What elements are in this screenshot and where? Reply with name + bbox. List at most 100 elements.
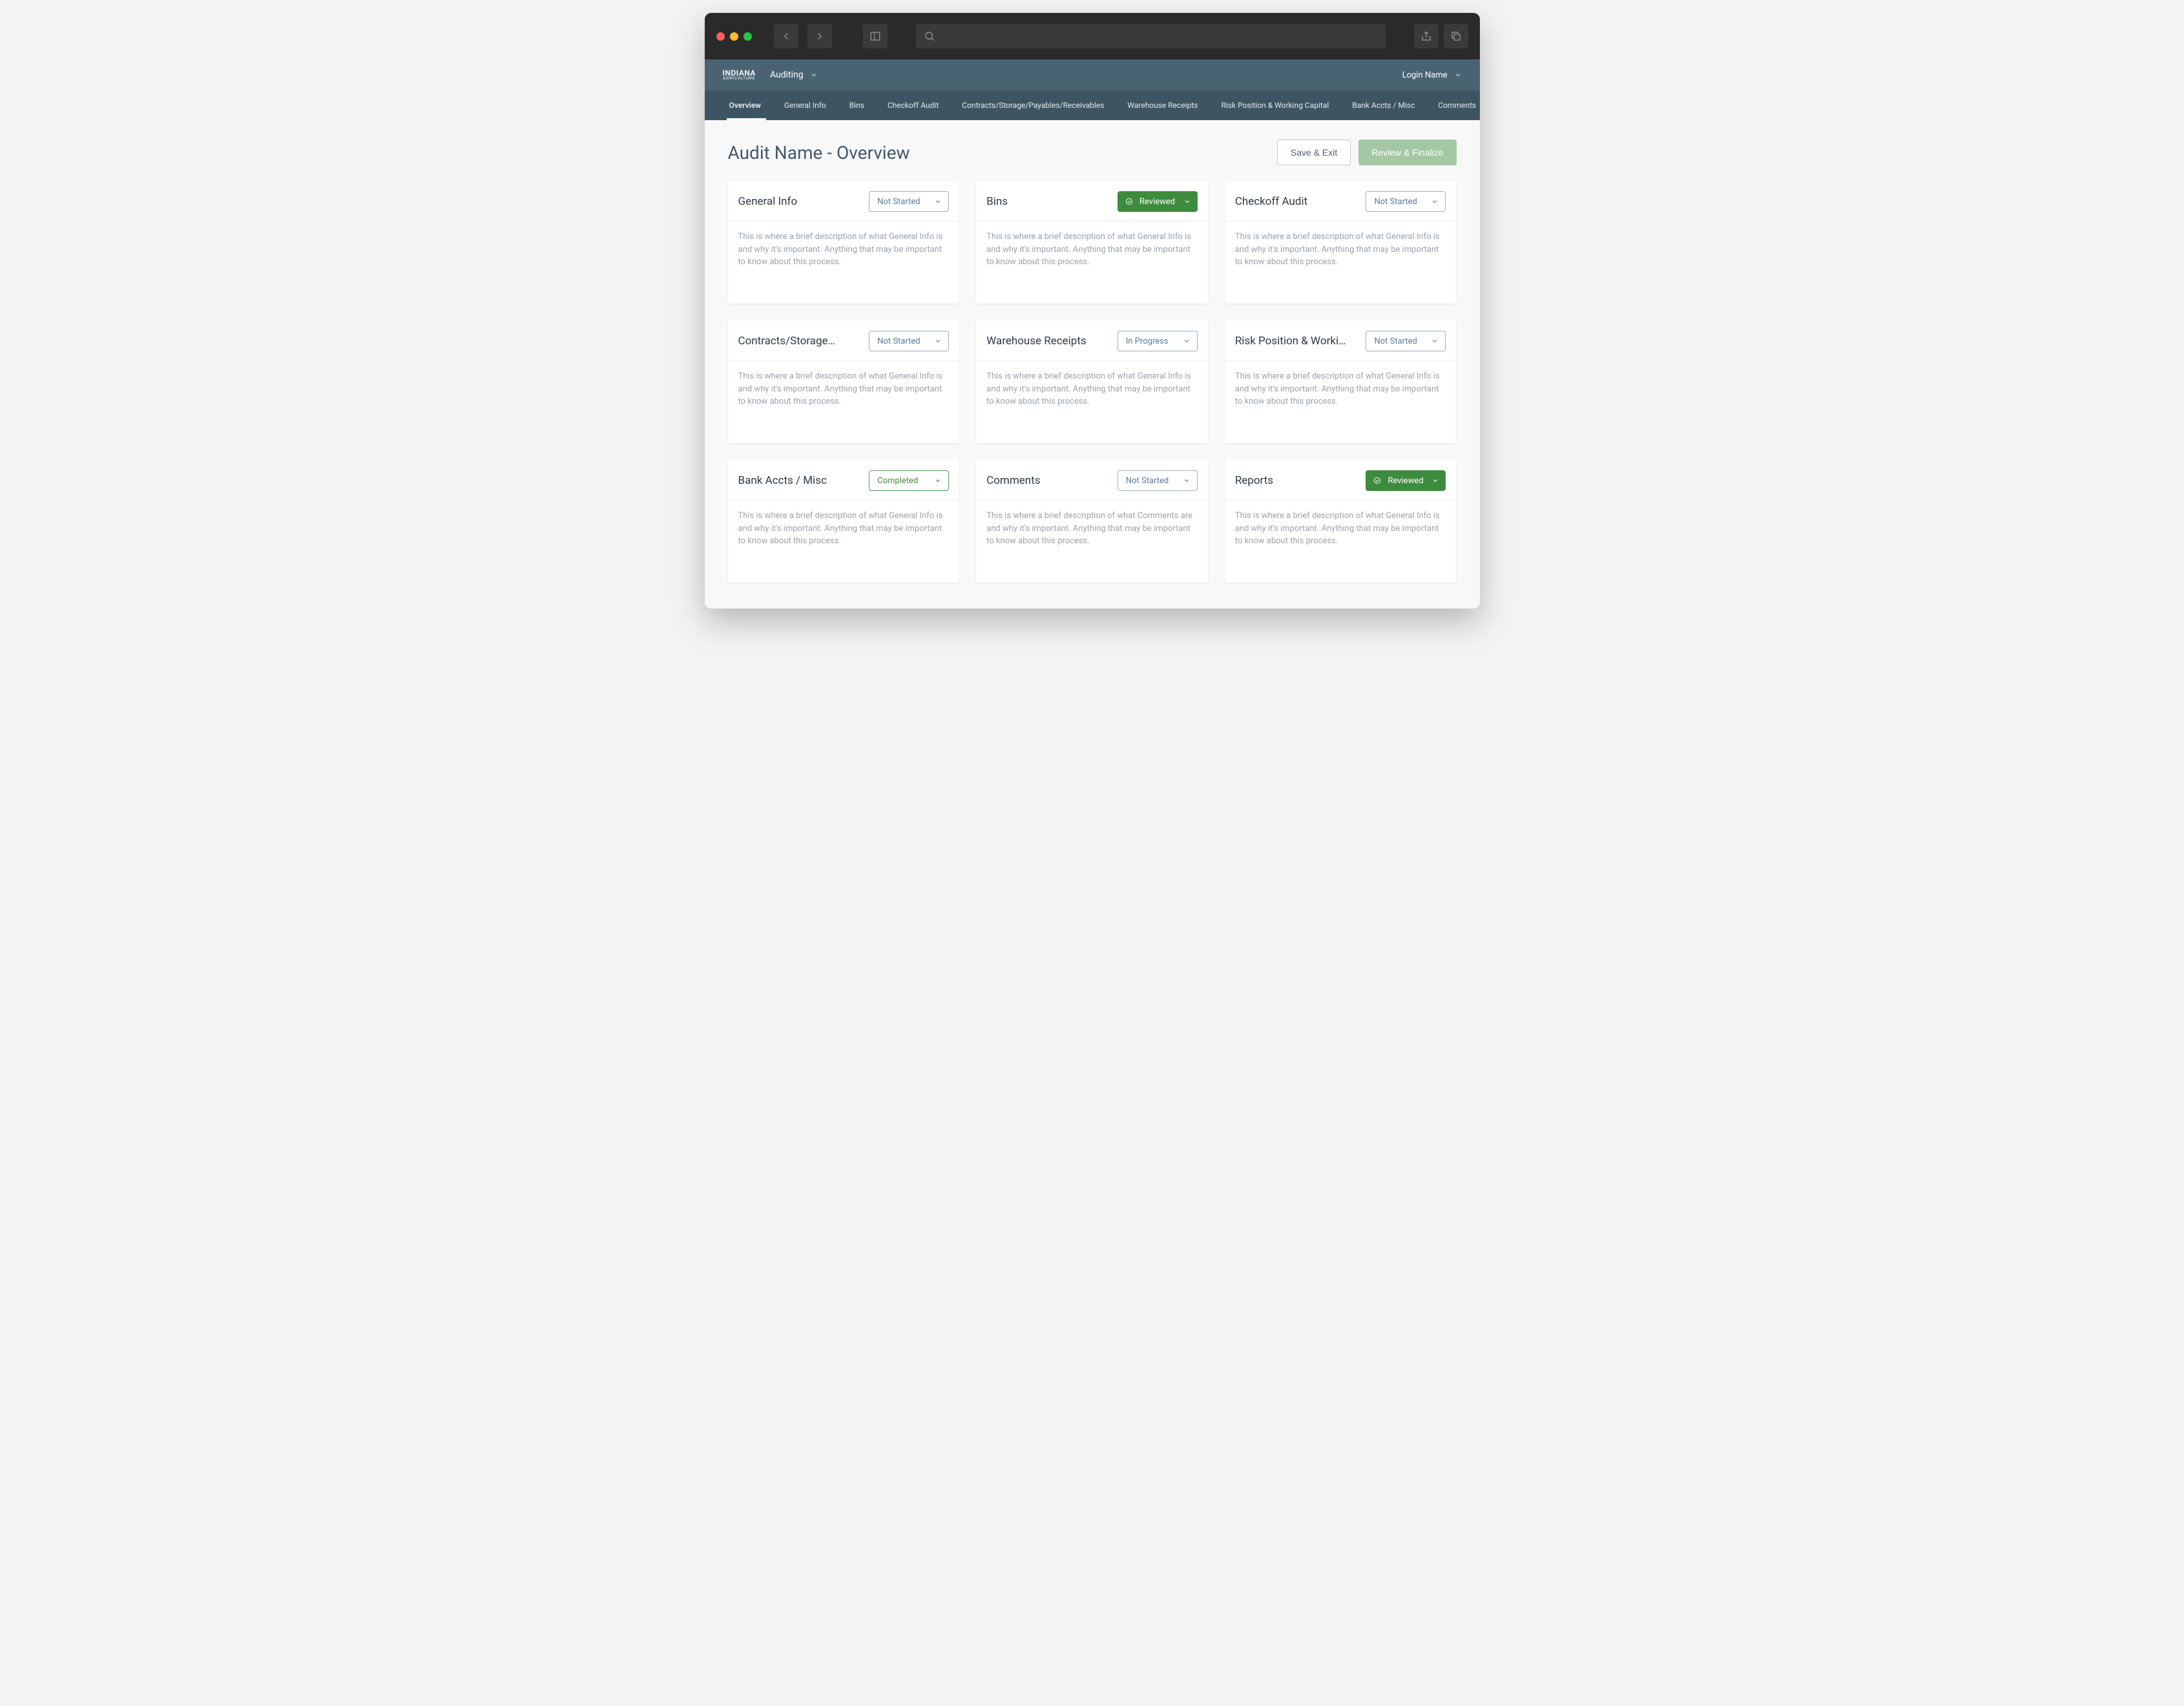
status-select[interactable]: Not Started <box>1366 191 1446 212</box>
card-head: Warehouse Receipts In Progress <box>976 320 1208 361</box>
card-head: Reports Reviewed <box>1225 460 1457 501</box>
traffic-lights <box>716 32 752 41</box>
status-select[interactable]: In Progress <box>1118 331 1198 351</box>
share-icon <box>1420 30 1432 42</box>
logo: INDIANA AGRICULTURE <box>723 69 756 81</box>
card-bank-accts-misc: Bank Accts / Misc Completed This is where … <box>728 460 960 583</box>
card-head: Contracts/Storage… Not Started <box>728 320 960 361</box>
card-description: This is where a brief description of wha… <box>1225 222 1457 282</box>
card-description: This is where a brief description of wha… <box>1225 361 1457 421</box>
app-title: Auditing <box>770 70 804 80</box>
tabs-button[interactable] <box>1444 24 1468 48</box>
share-button[interactable] <box>1414 24 1439 48</box>
status-label: Not Started <box>1374 337 1417 346</box>
page-head: Audit Name - Overview Save & Exit Review… <box>728 140 1457 165</box>
tab-general-info[interactable]: General Info <box>773 90 838 120</box>
status-select[interactable]: Not Started <box>1366 331 1446 351</box>
card-head: Checkoff Audit Not Started <box>1225 181 1457 222</box>
tab-contracts-storage-payables-receivables[interactable]: Contracts/Storage/Payables/Receivables <box>950 90 1116 120</box>
status-label: In Progress <box>1126 337 1169 346</box>
card-contracts-storage: Contracts/Storage… Not Started This is whe… <box>728 320 960 443</box>
login-dropdown[interactable]: Login Name <box>1402 70 1462 80</box>
card-title: Contracts/Storage… <box>738 335 835 348</box>
tab-bank-accts-misc[interactable]: Bank Accts / Misc <box>1340 90 1426 120</box>
chevron-down-icon <box>934 337 942 345</box>
chevron-down-icon <box>1431 337 1439 345</box>
card-head: Bank Accts / Misc Completed <box>728 460 960 501</box>
card-title: Risk Position & Working… <box>1235 335 1351 348</box>
card-risk-position-working: Risk Position & Working… Not Started This … <box>1225 320 1457 443</box>
card-head: BinsReviewed <box>976 181 1208 222</box>
status-select[interactable]: Completed <box>869 470 949 491</box>
card-checkoff-audit: Checkoff Audit Not Started This is where a… <box>1225 181 1457 304</box>
tab-warehouse-receipts[interactable]: Warehouse Receipts <box>1116 90 1209 120</box>
check-circle-icon <box>1373 477 1381 484</box>
tab-overview[interactable]: Overview <box>720 90 773 120</box>
tabs-bar: OverviewGeneral InfoBinsCheckoff AuditCo… <box>705 90 1480 120</box>
tab-risk-position-working-capital[interactable]: Risk Position & Working Capital <box>1209 90 1340 120</box>
status-label: Reviewed <box>1388 476 1423 486</box>
copy-icon <box>1450 30 1462 42</box>
chevron-down-icon <box>1183 337 1191 345</box>
back-button[interactable] <box>774 24 798 48</box>
chevron-left-icon <box>780 30 792 42</box>
card-bins: BinsReviewedThis is where a brief descri… <box>976 181 1208 304</box>
address-bar[interactable] <box>916 24 1386 48</box>
card-title: Reports <box>1235 474 1273 487</box>
minimize-window-button[interactable] <box>730 32 738 41</box>
card-title: Checkoff Audit <box>1235 195 1307 208</box>
status-select[interactable]: Reviewed <box>1366 470 1446 491</box>
chevron-down-icon <box>1431 198 1439 205</box>
card-comments: Comments Not Started This is where a brief… <box>976 460 1208 583</box>
card-title: Warehouse Receipts <box>986 335 1087 348</box>
tab-comments[interactable]: Comments <box>1426 90 1479 120</box>
card-head: Comments Not Started <box>976 460 1208 501</box>
status-select[interactable]: Not Started <box>869 191 949 212</box>
forward-button[interactable] <box>807 24 832 48</box>
panel-icon <box>869 30 881 42</box>
status-label: Not Started <box>1374 197 1417 207</box>
card-description: This is where a brief description of wha… <box>728 222 960 282</box>
tab-checkoff-audit[interactable]: Checkoff Audit <box>876 90 950 120</box>
save-exit-button[interactable]: Save & Exit <box>1277 140 1351 165</box>
card-title: General Info <box>738 195 798 208</box>
chevron-down-icon <box>1454 71 1462 79</box>
cards-grid: General Info Not Started This is where a b… <box>728 181 1457 583</box>
status-select[interactable]: Not Started <box>869 331 949 351</box>
app-window: INDIANA AGRICULTURE Auditing Login Name … <box>705 13 1480 609</box>
chevron-down-icon <box>810 71 818 79</box>
card-reports: Reports Reviewed This is where a brief des… <box>1225 460 1457 583</box>
browser-chrome <box>705 13 1480 59</box>
chevron-down-icon <box>1431 477 1439 484</box>
chevron-down-icon <box>1183 477 1191 484</box>
status-label: Not Started <box>877 197 920 207</box>
status-label: Reviewed <box>1139 197 1175 207</box>
review-finalize-button[interactable]: Review & Finalize <box>1358 140 1456 165</box>
card-description: This is where a brief description of wha… <box>976 222 1208 282</box>
card-description: This is where a brief description of wha… <box>1225 501 1457 561</box>
app-header: INDIANA AGRICULTURE Auditing Login Name <box>705 59 1480 90</box>
chevron-down-icon <box>934 477 942 484</box>
card-title: Bank Accts / Misc <box>738 474 827 487</box>
card-warehouse-receipts: Warehouse ReceiptsIn ProgressThis is whe… <box>976 320 1208 443</box>
status-label: Not Started <box>877 337 920 346</box>
card-general-info: General Info Not Started This is where a b… <box>728 181 960 304</box>
logo-sub: AGRICULTURE <box>723 77 756 81</box>
card-head: Risk Position & Working… Not Started <box>1225 320 1457 361</box>
chevron-down-icon <box>934 198 942 205</box>
card-description: This is where a brief description of wha… <box>728 361 960 421</box>
app-title-dropdown[interactable]: Auditing <box>770 70 818 80</box>
maximize-window-button[interactable] <box>744 32 752 41</box>
sidebar-toggle-button[interactable] <box>863 24 888 48</box>
status-select[interactable]: Not Started <box>1118 470 1198 491</box>
chevron-down-icon <box>1183 198 1191 205</box>
card-title: Comments <box>986 474 1040 487</box>
close-window-button[interactable] <box>716 32 725 41</box>
card-description: This is where a brief description of wha… <box>728 501 960 561</box>
login-label: Login Name <box>1402 70 1448 80</box>
status-select[interactable]: Reviewed <box>1118 191 1198 212</box>
check-circle-icon <box>1125 198 1133 205</box>
search-icon <box>924 30 935 42</box>
tab-bins[interactable]: Bins <box>838 90 876 120</box>
card-description: This is where a brief description of wha… <box>976 501 1208 561</box>
